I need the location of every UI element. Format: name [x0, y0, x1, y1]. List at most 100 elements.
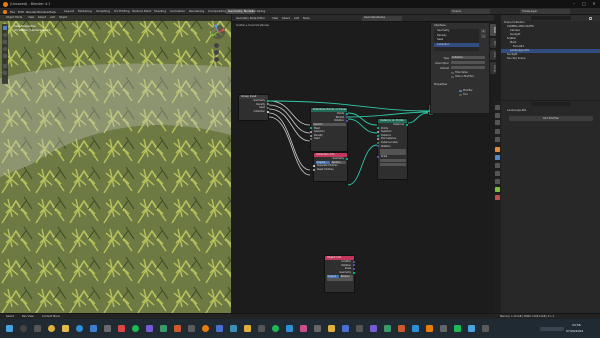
sidebar-tab-tool[interactable]: Tool	[490, 38, 496, 48]
node-socket[interactable]: Collection	[239, 110, 269, 114]
particles-tab-icon[interactable]	[495, 163, 500, 168]
object-mode-dropdown[interactable]: Object Mode	[6, 16, 22, 19]
node-socket[interactable]: Seed	[310, 137, 347, 141]
node-menu-add[interactable]: Add	[294, 17, 299, 20]
zoom-icon[interactable]	[214, 43, 219, 48]
minimize-button[interactable]: –	[570, 1, 578, 7]
properties-search[interactable]	[531, 102, 571, 106]
file-explorer-icon[interactable]	[62, 325, 69, 332]
tab-uv-editing[interactable]: UV Editing	[112, 9, 132, 14]
viewport-menu-view[interactable]: View	[28, 16, 34, 19]
app-icon[interactable]	[482, 325, 489, 332]
app-icon[interactable]	[146, 325, 153, 332]
viewport-menu-object[interactable]: Object	[59, 16, 67, 19]
start-menu-icon[interactable]	[6, 325, 13, 332]
object-tab-icon[interactable]	[495, 147, 500, 152]
scene-selector[interactable]: Scene	[450, 9, 490, 14]
node-socket[interactable]: Geometry	[325, 271, 355, 275]
properties-section-title[interactable]: Properties	[434, 83, 447, 86]
node-group-input[interactable]: Group Input Geometry Density Seed Collec…	[238, 94, 269, 121]
tab-shading[interactable]: Shading	[152, 9, 168, 14]
app-icon[interactable]	[384, 325, 391, 332]
app-icon[interactable]	[468, 325, 475, 332]
tab-modeling[interactable]: Modeling	[76, 9, 94, 14]
constraints-tab-icon[interactable]	[495, 179, 500, 184]
app-icon[interactable]	[426, 325, 433, 332]
menu-file[interactable]: File	[10, 10, 15, 14]
scene-tab-icon[interactable]	[495, 129, 500, 134]
app-icon[interactable]	[104, 325, 111, 332]
render-tab-icon[interactable]	[495, 113, 500, 118]
app-icon[interactable]	[328, 325, 335, 332]
add-socket-button[interactable]: +	[481, 29, 486, 33]
node-socket[interactable]: Reset Children	[313, 168, 347, 172]
app-icon[interactable]	[118, 325, 125, 332]
menu-edit[interactable]: Edit	[18, 10, 24, 14]
3d-viewport[interactable]	[0, 15, 231, 313]
sidebar-tab-view[interactable]: View	[490, 50, 496, 60]
maximize-button[interactable]: □	[580, 1, 588, 7]
material-tab-icon[interactable]	[495, 195, 500, 200]
menu-help[interactable]: Help	[49, 10, 56, 14]
modifier-name-field[interactable]: GeometryNodes	[362, 16, 402, 21]
blender-taskbar-icon[interactable]	[202, 325, 209, 332]
app-icon[interactable]	[272, 325, 279, 332]
app-icon[interactable]	[370, 325, 377, 332]
output-tab-icon[interactable]	[495, 120, 500, 125]
navigation-gizmo-icon[interactable]	[210, 24, 226, 40]
app-icon[interactable]	[314, 325, 321, 332]
node-socket[interactable]: Scale	[377, 155, 407, 159]
tab-texture-paint[interactable]: Texture Paint	[130, 9, 153, 14]
field-type-dropdown[interactable]: Collection	[451, 56, 485, 59]
blender-menu-icon[interactable]	[3, 9, 7, 14]
modifier-tab-icon[interactable]	[495, 155, 500, 160]
physics-tab-icon[interactable]	[495, 171, 500, 176]
sidebar-tab-node[interactable]: Node	[490, 24, 496, 36]
move-tool-icon[interactable]	[3, 40, 7, 44]
edge-icon[interactable]	[76, 325, 83, 332]
app-icon[interactable]	[286, 325, 293, 332]
node-menu-view[interactable]: View	[272, 17, 278, 20]
tab-rendering[interactable]: Rendering	[187, 9, 206, 14]
mail-icon[interactable]	[90, 325, 97, 332]
world-tab-icon[interactable]	[495, 137, 500, 142]
chrome-icon[interactable]	[48, 325, 55, 332]
spotify-icon[interactable]	[132, 325, 139, 332]
node-menu-select[interactable]: Select	[282, 17, 290, 20]
scale-field[interactable]	[379, 159, 406, 163]
hide-value-checkbox[interactable]	[451, 71, 454, 74]
annotate-tool-icon[interactable]	[3, 64, 7, 68]
clock-date[interactable]: 07/04/2024	[566, 329, 583, 333]
app-icon[interactable]	[356, 325, 363, 332]
filter-icon[interactable]	[589, 16, 592, 20]
pan-icon[interactable]	[214, 50, 219, 55]
hide-in-modifier-checkbox[interactable]	[451, 75, 454, 78]
node-socket[interactable]: Rotation	[377, 145, 407, 149]
cursor-tool-icon[interactable]	[3, 33, 7, 37]
modifier-checkbox[interactable]	[459, 89, 462, 92]
viewport-menu-select[interactable]: Select	[38, 16, 46, 19]
task-view-icon[interactable]	[34, 325, 41, 332]
app-icon[interactable]	[244, 325, 251, 332]
object-picker[interactable]	[326, 278, 353, 282]
tab-sculpting[interactable]: Sculpting	[94, 9, 112, 14]
editor-type-dropdown[interactable]: Geometry Node Editor	[236, 17, 265, 20]
tab-layout[interactable]: Layout	[62, 9, 76, 14]
scale-tool-icon[interactable]	[3, 54, 7, 58]
interface-item-collection[interactable]: Collection	[434, 42, 479, 47]
sidebar-tab-group[interactable]: Group	[490, 62, 496, 74]
outliner-row[interactable]: Sun Sky Scene	[501, 57, 600, 61]
measure-tool-icon[interactable]	[3, 71, 7, 75]
remove-socket-button[interactable]: −	[481, 34, 486, 38]
node-socket[interactable]: Geometry	[314, 157, 348, 161]
app-icon[interactable]	[342, 325, 349, 332]
system-tray-icons[interactable]	[540, 327, 564, 331]
rotate-tool-icon[interactable]	[3, 47, 7, 51]
app-icon[interactable]	[230, 325, 237, 332]
view-layer-selector[interactable]: ViewLayer	[520, 9, 570, 14]
scale-field[interactable]	[379, 162, 406, 166]
app-icon[interactable]	[160, 325, 167, 332]
app-icon[interactable]	[188, 325, 195, 332]
tab-scripting[interactable]: Scripting	[250, 9, 267, 14]
object-mode-original[interactable]: Original	[326, 274, 340, 278]
